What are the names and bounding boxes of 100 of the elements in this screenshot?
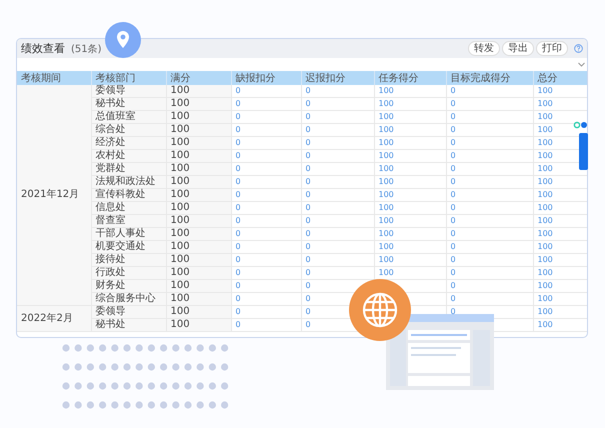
table-cell: 0 [236,164,241,173]
table-cell: 100 [538,281,553,290]
table-cell: 100 [538,229,553,238]
table-cell: 0 [450,138,456,147]
table-cell: 0 [450,229,456,238]
table-cell: 0 [236,99,241,108]
table-cell: 100 [538,125,553,134]
table-cell: 0 [306,255,311,264]
table-cell: 0 [236,294,241,303]
table-cell: 行政处 [96,267,126,278]
table-cell: 100 [538,190,553,199]
table-cell: 100 [538,294,553,303]
chevron-down-icon[interactable] [578,62,585,67]
table-cell: 0 [450,307,456,316]
table-cell: 委领导 [96,85,126,96]
table-cell: 0 [306,151,311,160]
table-cell: 信息处 [96,202,126,213]
table-cell: 0 [306,190,311,199]
table-cell: 0 [450,151,456,160]
table-cell: 0 [450,164,456,173]
table-cell: 100 [538,138,553,147]
table-cell: 0 [450,125,456,134]
table-cell: 综合处 [96,124,126,135]
table-cell: 0 [236,190,241,199]
table-cell: 机要交通处 [96,241,146,252]
table-cell: 0 [450,242,456,251]
table-cell: 100 [538,151,553,160]
table-cell: 0 [236,177,241,186]
column-header[interactable]: 总分 [533,71,587,85]
table-cell: 秘书处 [96,98,126,109]
column-header[interactable]: 缺报扣分 [231,71,301,85]
period-cell: 2022年2月 [17,306,91,332]
column-header[interactable]: 任务得分 [374,71,446,85]
table-cell: 0 [236,307,241,316]
toolbar-button[interactable]: 打印 [536,41,568,56]
table-cell: 法规和政法处 [96,176,156,187]
table-cell: 0 [306,112,311,121]
table-cell: 0 [236,86,241,95]
table-cell: 0 [450,216,456,225]
table-cell: 100 [170,254,190,265]
table-cell: 0 [306,281,311,290]
table-cell: 0 [306,320,311,329]
table-cell: 100 [170,137,190,148]
table-cell: 0 [236,216,241,225]
help-icon[interactable] [574,44,583,53]
table-cell: 100 [378,216,394,225]
table-cell: 财务处 [96,280,126,291]
table-cell: 0 [236,242,241,251]
table-cell: 100 [538,268,553,277]
table-cell: 农村处 [96,150,126,161]
column-header[interactable]: 目标完成得分 [446,71,533,85]
table-cell: 0 [450,99,456,108]
table-cell: 干部人事处 [96,228,146,239]
table-cell: 100 [378,242,394,251]
table-cell: 100 [170,176,190,187]
table-cell: 100 [170,267,190,278]
record-count: (51条) [71,42,102,56]
table-cell: 100 [378,177,394,186]
table-cell: 督查室 [96,215,126,226]
table-cell: 0 [450,268,456,277]
toolbar-button[interactable]: 导出 [502,41,534,56]
table-cell: 100 [170,306,190,317]
table-cell: 综合服务中心 [96,293,156,304]
table-cell: 0 [236,112,241,121]
table-cell: 总值班室 [96,111,136,122]
table-cell: 100 [378,190,394,199]
table-cell: 0 [236,125,241,134]
column-header[interactable]: 迟报扣分 [301,71,374,85]
table-cell: 0 [306,242,311,251]
column-header[interactable]: 考核期间 [17,71,91,85]
table-cell: 100 [170,111,190,122]
table-cell: 100 [170,85,190,96]
table-cell: 100 [538,242,553,251]
table-cell: 0 [450,294,456,303]
table-cell: 100 [538,99,553,108]
table-cell: 0 [306,99,311,108]
table-cell: 宣传科教处 [96,189,146,200]
table-cell: 0 [236,320,241,329]
table-cell: 100 [538,320,553,329]
column-header[interactable]: 满分 [166,71,231,85]
table-cell: 100 [378,138,394,147]
table-cell: 0 [450,203,456,212]
table-cell: 0 [306,138,311,147]
table-cell: 100 [378,151,394,160]
table-cell: 100 [378,125,394,134]
column-header[interactable]: 考核部门 [91,71,166,85]
table-cell: 100 [538,216,553,225]
table-cell: 100 [170,124,190,135]
table-cell: 0 [306,86,311,95]
table-cell: 100 [378,86,394,95]
toolbar-button[interactable]: 转发 [468,41,500,56]
table-cell: 0 [306,216,311,225]
table-cell: 0 [306,177,311,186]
table-cell: 0 [236,229,241,238]
table-cell: 100 [538,307,553,316]
table-cell: 0 [306,294,311,303]
table-cell: 100 [170,293,190,304]
table-cell: 0 [306,229,311,238]
table-cell: 100 [170,228,190,239]
table-cell: 0 [236,151,241,160]
